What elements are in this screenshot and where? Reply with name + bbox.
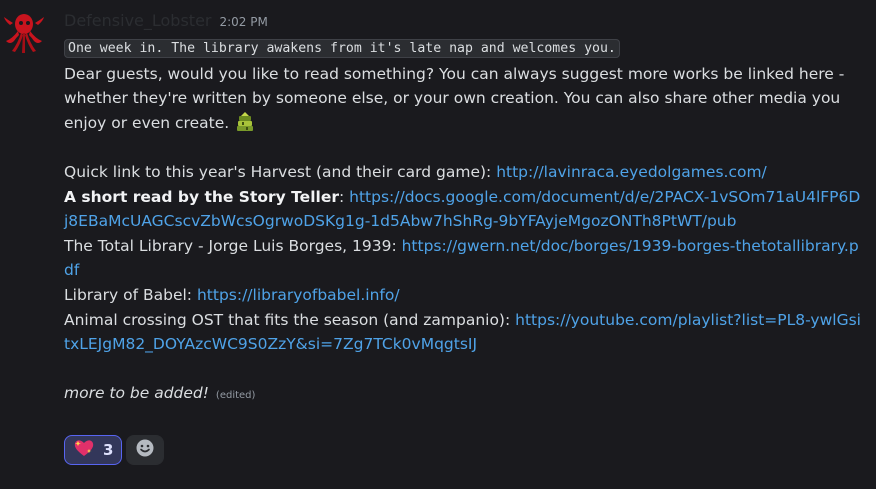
link-line-library-of-babel: Library of Babel: https://libraryofbabel… xyxy=(64,283,864,308)
link-line-total-library: The Total Library - Jorge Luis Borges, 1… xyxy=(64,234,864,283)
reactions-bar: 3 xyxy=(64,435,164,465)
code-line-paragraph: One week in. The library awakens from it… xyxy=(64,35,864,62)
link-label: Animal crossing OST that fits the season… xyxy=(64,310,516,329)
outro-paragraph: more to be added! (edited) xyxy=(64,381,864,409)
link-label-bold: A short read by the Story Teller xyxy=(64,187,339,206)
username[interactable]: Defensive_Lobster xyxy=(64,11,211,30)
inline-code: One week in. The library awakens from it… xyxy=(64,39,620,58)
timestamp[interactable]: 2:02 PM xyxy=(219,15,267,29)
link-label-suffix: : xyxy=(338,187,350,206)
link-line-animal-crossing: Animal crossing OST that fits the season… xyxy=(64,308,864,357)
intro-paragraph: Dear guests, would you like to read some… xyxy=(64,62,864,136)
message-header: Defensive_Lobster 2:02 PM xyxy=(64,11,268,33)
link-label: Library of Babel: xyxy=(64,285,197,304)
link-line-story-teller: A short read by the Story Teller: https:… xyxy=(64,185,864,234)
reaction-sparkling-heart[interactable]: 3 xyxy=(64,435,122,465)
reaction-count: 3 xyxy=(103,441,114,459)
outro-text: more to be added! xyxy=(64,384,209,403)
intro-text: Dear guests, would you like to read some… xyxy=(64,64,845,132)
stack-of-books-emoji xyxy=(234,111,256,133)
chat-message: Defensive_Lobster 2:02 PM One week in. T… xyxy=(0,0,876,489)
link-label: Quick link to this year's Harvest (and t… xyxy=(64,162,497,181)
edited-label[interactable]: (edited) xyxy=(216,390,256,401)
avatar[interactable] xyxy=(2,11,48,57)
library-of-babel-link[interactable]: https://libraryofbabel.info/ xyxy=(197,286,400,304)
add-reaction-button[interactable] xyxy=(126,435,164,465)
smiley-add-reaction-icon xyxy=(135,438,155,462)
sparkling-heart-emoji xyxy=(73,437,95,463)
message-content: One week in. The library awakens from it… xyxy=(64,35,864,409)
harvest-link[interactable]: http://lavinraca.eyedolgames.com/ xyxy=(496,163,767,181)
link-line-harvest: Quick link to this year's Harvest (and t… xyxy=(64,160,864,185)
avatar-image xyxy=(4,14,44,53)
link-label: The Total Library - Jorge Luis Borges, 1… xyxy=(64,236,402,255)
